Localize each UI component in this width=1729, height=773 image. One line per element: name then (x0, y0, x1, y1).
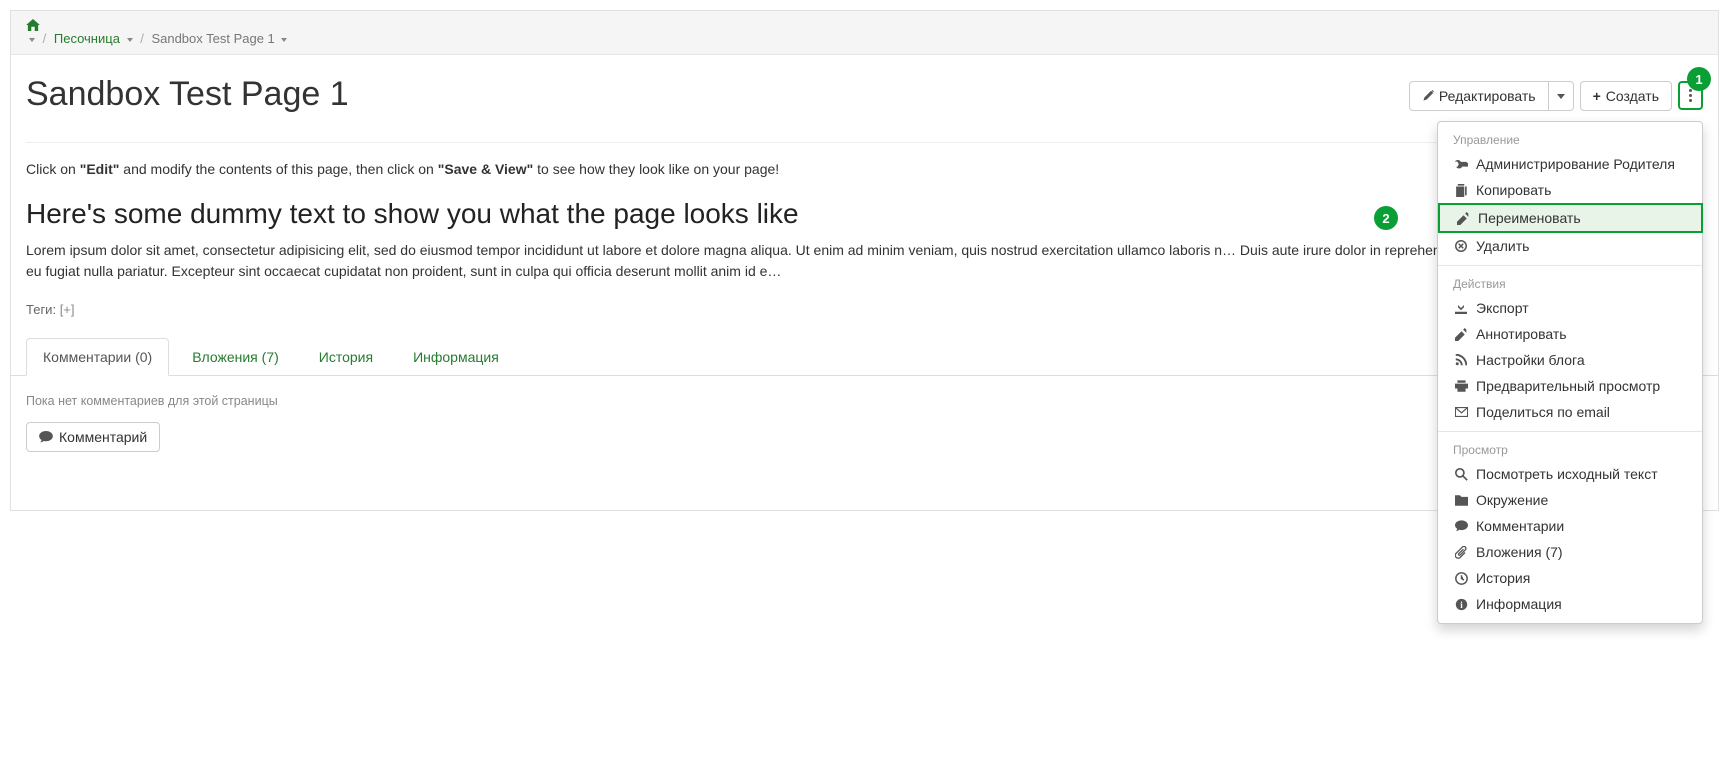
chevron-down-icon[interactable] (127, 38, 133, 42)
menu-preview[interactable]: Предварительный просмотр (1438, 373, 1702, 399)
search-icon (1453, 468, 1469, 481)
menu-environment[interactable]: Окружение (1438, 487, 1702, 513)
tab-information[interactable]: Информация (396, 338, 516, 376)
tab-comments[interactable]: Комментарии (0) (26, 338, 169, 376)
dropdown-section-actions: Действия (1438, 272, 1702, 295)
tab-attachments[interactable]: Вложения (7) (175, 338, 296, 376)
tab-history[interactable]: История (302, 338, 390, 376)
delete-icon (1453, 240, 1469, 252)
download-icon (1453, 302, 1469, 314)
breadcrumb-item-current: Sandbox Test Page 1 (151, 31, 274, 46)
edit-icon (1455, 212, 1471, 225)
print-icon (1453, 380, 1469, 392)
menu-attachments[interactable]: Вложения (7) (1438, 539, 1702, 565)
breadcrumb-sep: / (140, 31, 144, 46)
rss-icon (1453, 354, 1469, 366)
dropdown-section-view: Просмотр (1438, 438, 1702, 461)
menu-export[interactable]: Экспорт (1438, 295, 1702, 321)
page-header: Sandbox Test Page 1 Редактировать + Созд… (11, 75, 1718, 114)
edit-button[interactable]: Редактировать (1409, 81, 1549, 111)
more-actions-button[interactable]: 1 (1678, 81, 1703, 110)
action-buttons: Редактировать + Создать 1 (1409, 81, 1703, 111)
copy-icon (1453, 184, 1469, 197)
more-actions-dropdown: Управление Администрирование Родителя Ко… (1437, 121, 1703, 624)
add-comment-button[interactable]: Комментарий (26, 422, 160, 452)
plus-icon: + (1593, 88, 1601, 104)
speech-bubble-icon (1453, 520, 1469, 532)
edit-icon (1453, 328, 1469, 341)
info-icon: i (1453, 598, 1469, 611)
envelope-icon (1453, 407, 1469, 417)
speech-bubble-icon (39, 431, 53, 443)
menu-information[interactable]: i Информация (1438, 591, 1702, 617)
edit-button-label: Редактировать (1439, 88, 1536, 104)
menu-history[interactable]: История (1438, 565, 1702, 591)
home-icon[interactable] (26, 19, 1703, 31)
wrench-icon (1453, 158, 1469, 171)
annotation-badge: 1 (1687, 67, 1711, 91)
menu-delete[interactable]: Удалить (1438, 233, 1702, 259)
menu-view-source[interactable]: Посмотреть исходный текст (1438, 461, 1702, 487)
folder-icon (1453, 495, 1469, 506)
breadcrumb-sep: / (43, 31, 47, 46)
create-button-label: Создать (1606, 88, 1659, 104)
add-tag-button[interactable]: [+] (60, 302, 75, 317)
tags-label: Теги: (26, 302, 56, 317)
chevron-down-icon[interactable] (29, 38, 35, 42)
menu-copy[interactable]: Копировать (1438, 177, 1702, 203)
page-title: Sandbox Test Page 1 (26, 75, 1409, 114)
edit-button-group: Редактировать (1409, 81, 1574, 111)
add-comment-label: Комментарий (59, 429, 147, 445)
vertical-dots-icon (1689, 89, 1692, 102)
breadcrumb-item[interactable]: Песочница (54, 31, 120, 46)
page-container: / Песочница / Sandbox Test Page 1 Sandbo… (10, 10, 1719, 511)
create-button[interactable]: + Создать (1580, 81, 1672, 111)
menu-comments[interactable]: Комментарии (1438, 513, 1702, 539)
clock-icon (1453, 572, 1469, 585)
breadcrumb: / Песочница / Sandbox Test Page 1 (11, 11, 1718, 55)
menu-blog-settings[interactable]: Настройки блога (1438, 347, 1702, 373)
menu-share-email[interactable]: Поделиться по email (1438, 399, 1702, 425)
edit-dropdown-toggle[interactable] (1548, 81, 1574, 111)
menu-annotate[interactable]: Аннотировать (1438, 321, 1702, 347)
paperclip-icon (1453, 546, 1469, 559)
menu-rename[interactable]: 2 Переименовать (1438, 203, 1703, 233)
pencil-icon (1422, 90, 1434, 102)
menu-admin-parent[interactable]: Администрирование Родителя (1438, 151, 1702, 177)
chevron-down-icon[interactable] (281, 38, 287, 42)
dropdown-section-manage: Управление (1438, 128, 1702, 151)
chevron-down-icon (1557, 94, 1565, 99)
